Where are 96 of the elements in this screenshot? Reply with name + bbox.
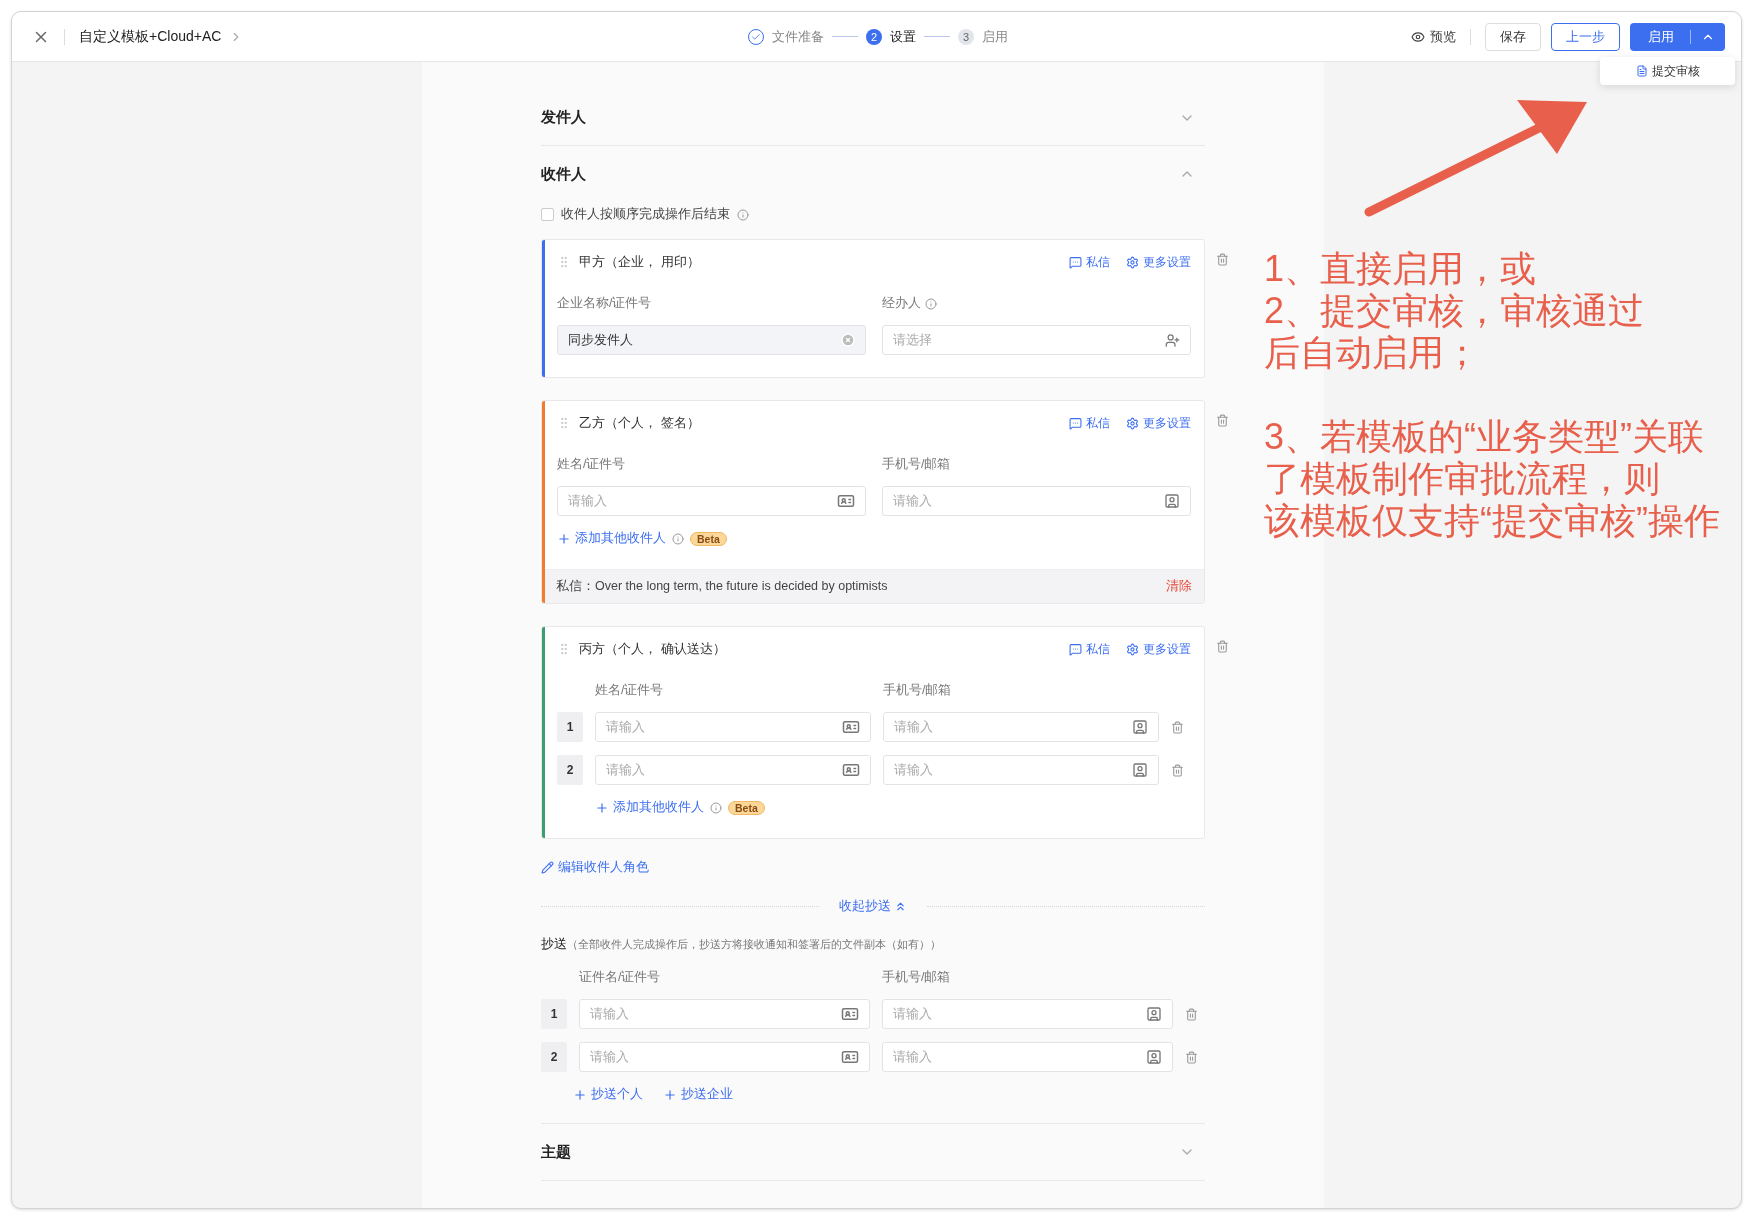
recipient-role-title: 丙方（个人， 确认送达） bbox=[579, 640, 727, 658]
message-icon bbox=[1069, 416, 1082, 430]
input-field[interactable]: 请输入 bbox=[882, 1042, 1173, 1072]
collapse-cc-link[interactable]: 收起抄送 bbox=[819, 898, 927, 915]
clear-icon[interactable] bbox=[841, 333, 855, 347]
more-settings-link[interactable]: 更多设置 bbox=[1126, 414, 1191, 432]
cc-note: （全部收件人完成操作后，抄送方将接收通知和签署后的文件副本（如有）） bbox=[567, 937, 941, 952]
plus-icon bbox=[573, 1087, 587, 1102]
plus-icon bbox=[663, 1087, 677, 1102]
enable-button[interactable]: 启用 bbox=[1630, 29, 1691, 44]
field-label: 证件名/证件号 bbox=[579, 969, 662, 986]
contact-icon[interactable] bbox=[1146, 1049, 1162, 1065]
beta-badge: Beta bbox=[690, 531, 727, 546]
checkbox-label: 收件人按顺序完成操作后结束 bbox=[561, 206, 730, 223]
info-icon[interactable] bbox=[710, 801, 722, 814]
contact-icon[interactable] bbox=[1146, 1006, 1162, 1022]
private-message-link[interactable]: 私信 bbox=[1069, 414, 1110, 432]
input-field[interactable]: 请输入 bbox=[595, 755, 871, 785]
annotation-text: 1、直接启用，或 2、提交审核，审核通过 后自动启用； bbox=[1264, 248, 1646, 374]
template-title: 自定义模板+Cloud+AC bbox=[79, 27, 222, 46]
field-label: 手机号/邮箱 bbox=[882, 456, 952, 473]
settings-icon bbox=[1126, 416, 1139, 430]
contact-icon[interactable] bbox=[1164, 493, 1180, 509]
private-message-link[interactable]: 私信 bbox=[1069, 640, 1110, 658]
input-field[interactable]: 请输入 bbox=[883, 755, 1159, 785]
row-number: 2 bbox=[557, 755, 583, 785]
input-field[interactable]: 请输入 bbox=[557, 486, 866, 516]
preview-button[interactable]: 预览 bbox=[1411, 27, 1456, 46]
info-icon[interactable] bbox=[672, 532, 684, 545]
field-label: 手机号/邮箱 bbox=[882, 969, 952, 986]
input-field[interactable]: 请输入 bbox=[882, 486, 1191, 516]
contact-icon[interactable] bbox=[1132, 762, 1148, 778]
annotation-text: 3、若模板的“业务类型”关联 了模板制作审批流程，则 该模板仅支持“提交审核”操作 bbox=[1264, 416, 1720, 542]
add-person-icon[interactable] bbox=[1165, 332, 1180, 348]
input-field[interactable]: 请输入 bbox=[883, 712, 1159, 742]
double-chevron-up-icon bbox=[894, 900, 907, 913]
recipient-role-title: 甲方（企业， 用印） bbox=[579, 253, 701, 271]
previous-step-button[interactable]: 上一步 bbox=[1551, 22, 1620, 51]
recipient-role-title: 乙方（个人， 签名） bbox=[579, 414, 701, 432]
add-recipient-link[interactable]: 添加其他收件人 bbox=[595, 799, 704, 816]
beta-badge: Beta bbox=[728, 800, 765, 815]
more-settings-link[interactable]: 更多设置 bbox=[1126, 253, 1191, 271]
private-message-text: 私信：Over the long term, the future is decided by optimists bbox=[556, 578, 888, 595]
add-cc-link[interactable]: 抄送企业 bbox=[663, 1086, 733, 1103]
document-icon bbox=[1635, 65, 1648, 77]
save-button[interactable]: 保存 bbox=[1485, 22, 1541, 51]
more-settings-link[interactable]: 更多设置 bbox=[1126, 640, 1191, 658]
info-icon[interactable] bbox=[925, 297, 937, 310]
field-label: 姓名/证件号 bbox=[557, 456, 627, 473]
row-number: 1 bbox=[557, 712, 583, 742]
id-card-icon[interactable] bbox=[842, 718, 860, 736]
step-number: 2 bbox=[866, 28, 882, 45]
delete-icon[interactable] bbox=[1216, 253, 1229, 266]
settings-icon bbox=[1126, 255, 1139, 269]
input-field[interactable]: 同步发件人 bbox=[557, 325, 866, 355]
info-icon[interactable] bbox=[737, 208, 749, 221]
submit-review-menu-item[interactable]: 提交审核 bbox=[1635, 62, 1700, 80]
clear-link[interactable]: 清除 bbox=[1166, 578, 1192, 595]
checkbox[interactable] bbox=[541, 208, 554, 221]
field-label: 经办人 bbox=[882, 295, 1191, 312]
add-recipient-link[interactable]: 添加其他收件人 bbox=[557, 530, 666, 547]
input-field[interactable]: 请输入 bbox=[579, 999, 870, 1029]
section-header[interactable]: 收件人 bbox=[541, 146, 1205, 202]
input-field[interactable]: 请选择 bbox=[882, 325, 1191, 355]
step-number: 3 bbox=[958, 28, 974, 45]
add-cc-link[interactable]: 抄送个人 bbox=[573, 1086, 643, 1103]
settings-icon bbox=[1126, 642, 1139, 656]
cc-title: 抄送 bbox=[541, 935, 567, 953]
field-label: 企业名称/证件号 bbox=[557, 295, 653, 312]
eye-icon bbox=[1411, 29, 1425, 44]
delete-icon[interactable] bbox=[1216, 640, 1229, 653]
id-card-icon[interactable] bbox=[841, 1005, 859, 1023]
section-header[interactable]: 主题 bbox=[541, 1124, 1205, 1180]
input-field[interactable]: 请输入 bbox=[595, 712, 871, 742]
message-icon bbox=[1069, 642, 1082, 656]
input-field[interactable]: 请输入 bbox=[882, 999, 1173, 1029]
field-label: 手机号/邮箱 bbox=[883, 682, 953, 699]
edit-roles-link[interactable]: 编辑收件人角色 bbox=[541, 859, 649, 876]
step-label: 文件准备 bbox=[772, 27, 824, 46]
step-label: 启用 bbox=[982, 27, 1008, 46]
message-icon bbox=[1069, 255, 1082, 269]
step-label: 设置 bbox=[890, 27, 916, 46]
plus-icon bbox=[595, 800, 609, 815]
id-card-icon[interactable] bbox=[841, 1048, 859, 1066]
row-number: 2 bbox=[541, 1042, 567, 1072]
section-header[interactable]: 发件人 bbox=[541, 90, 1205, 146]
id-card-icon[interactable] bbox=[837, 492, 855, 510]
input-field[interactable]: 请输入 bbox=[579, 1042, 870, 1072]
row-number: 1 bbox=[541, 999, 567, 1029]
pencil-icon bbox=[541, 861, 554, 874]
field-label: 姓名/证件号 bbox=[595, 682, 665, 699]
id-card-icon[interactable] bbox=[842, 761, 860, 779]
private-message-link[interactable]: 私信 bbox=[1069, 253, 1110, 271]
delete-icon[interactable] bbox=[1216, 414, 1229, 427]
contact-icon[interactable] bbox=[1132, 719, 1148, 735]
plus-icon bbox=[557, 531, 571, 546]
